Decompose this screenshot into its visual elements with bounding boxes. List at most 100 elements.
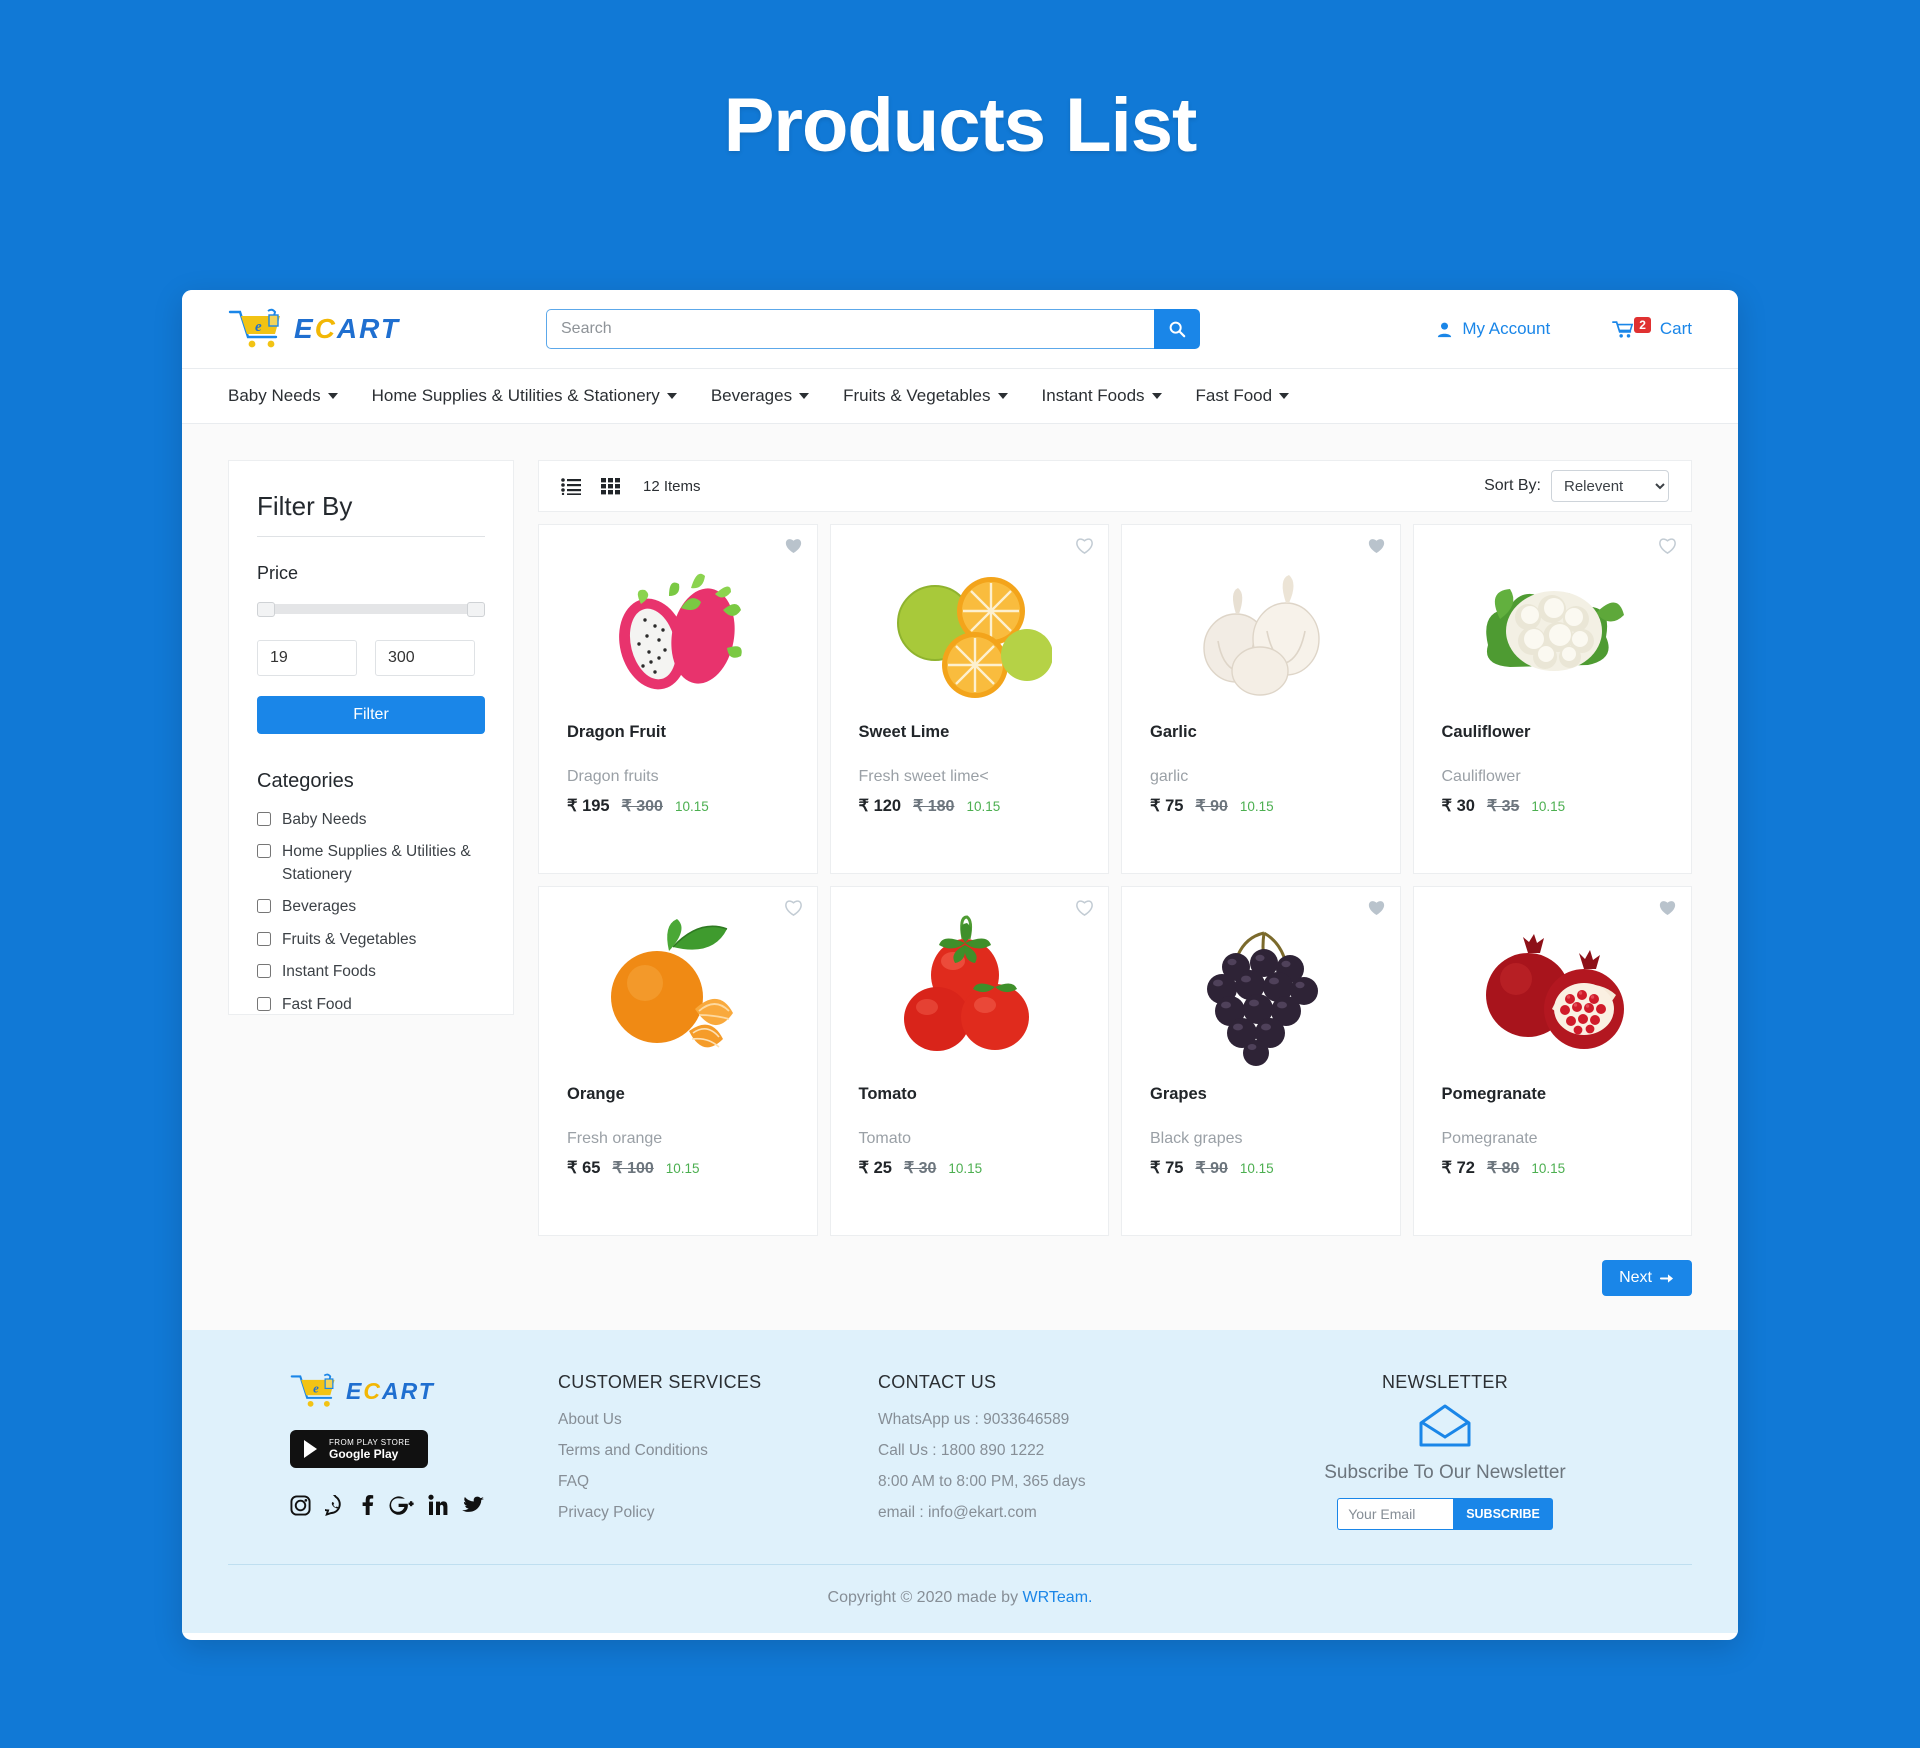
product-description: Black grapes: [1150, 1130, 1243, 1147]
category-checkbox[interactable]: [257, 996, 271, 1011]
search-input[interactable]: [546, 309, 1154, 349]
contact-whatsapp: WhatsApp us : 9033646589: [878, 1411, 1070, 1428]
google-play-badge[interactable]: FROM PLAY STORE Google Play: [290, 1430, 428, 1468]
footer-link-about-us[interactable]: About Us: [558, 1411, 878, 1429]
contact-us-heading: CONTACT US: [878, 1372, 997, 1392]
product-info: Dragon Fruit Dragon fruits ₹ 195 ₹ 300 1…: [539, 717, 817, 816]
sort-select[interactable]: Relevent: [1551, 470, 1669, 502]
category-checkbox[interactable]: [257, 812, 271, 826]
items-count-label: 12 Items: [643, 477, 701, 495]
favorite-heart-icon[interactable]: [1367, 899, 1386, 916]
my-account-link[interactable]: My Account: [1436, 319, 1550, 339]
product-image-grapes: [1122, 887, 1400, 1079]
category-checkbox[interactable]: [257, 899, 271, 914]
product-card[interactable]: Garlic garlic ₹ 75 ₹ 90 10.15: [1121, 524, 1401, 874]
chevron-down-icon: [799, 393, 810, 399]
product-card[interactable]: Orange Fresh orange ₹ 65 ₹ 100 10.15: [538, 886, 818, 1236]
favorite-heart-icon[interactable]: [1367, 537, 1386, 554]
arrow-right-icon: [1660, 1273, 1674, 1283]
newsletter-email-input[interactable]: [1337, 1498, 1454, 1530]
favorite-heart-icon[interactable]: [1075, 537, 1094, 554]
site-logo[interactable]: e E C ART: [228, 307, 448, 351]
footer-customer-services: CUSTOMER SERVICES About Us Terms and Con…: [558, 1372, 878, 1530]
favorite-heart-icon[interactable]: [784, 899, 803, 916]
favorite-heart-icon[interactable]: [1658, 537, 1677, 554]
product-card[interactable]: Cauliflower Cauliflower ₹ 30 ₹ 35 10.15: [1412, 524, 1692, 874]
product-card[interactable]: Tomato Tomato ₹ 25 ₹ 30 10.15: [829, 886, 1109, 1236]
site-header: e ECART My Acco: [182, 290, 1738, 368]
product-discount: 10.15: [674, 799, 709, 814]
category-item-fast-food[interactable]: Fast Food: [257, 994, 485, 1016]
footer-link-faq[interactable]: FAQ: [558, 1473, 878, 1491]
whatsapp-icon[interactable]: [325, 1494, 346, 1516]
product-card[interactable]: Grapes Black grapes ₹ 75 ₹ 90 10.15: [1121, 886, 1401, 1236]
footer-link-terms[interactable]: Terms and Conditions: [558, 1442, 878, 1460]
category-checkbox[interactable]: [257, 964, 271, 979]
category-checkbox[interactable]: [257, 931, 271, 946]
products-toolbar: 12 Items Sort By: Relevent: [538, 460, 1692, 512]
cart-link[interactable]: 2 Cart: [1612, 316, 1692, 339]
nav-item-instant-foods[interactable]: Instant Foods: [1042, 386, 1162, 406]
product-image-sweet-lime: [831, 525, 1109, 717]
footer-link-privacy[interactable]: Privacy Policy: [558, 1504, 878, 1522]
price-min-input[interactable]: [257, 640, 357, 676]
product-old-price: ₹ 100: [612, 1160, 654, 1177]
category-checkbox[interactable]: [257, 844, 271, 859]
newsletter-form: SUBSCRIBE: [1198, 1498, 1692, 1530]
category-label: Beverages: [282, 898, 357, 916]
footer-logo-c: C: [363, 1377, 382, 1404]
google-plus-icon[interactable]: [388, 1494, 414, 1516]
product-card[interactable]: Pomegranate Pomegranate ₹ 72 ₹ 80 10.15: [1412, 886, 1692, 1236]
product-image-orange: [539, 887, 817, 1079]
category-item-instant-foods[interactable]: Instant Foods: [257, 961, 485, 983]
category-item-baby-needs[interactable]: Baby Needs: [257, 809, 485, 831]
instagram-icon[interactable]: [290, 1494, 311, 1516]
subscribe-button[interactable]: SUBSCRIBE: [1453, 1498, 1553, 1530]
product-name: Sweet Lime: [858, 723, 950, 741]
filter-button[interactable]: Filter: [257, 696, 485, 734]
search-button[interactable]: [1154, 309, 1200, 349]
nav-item-fruits-vegetables[interactable]: Fruits & Vegetables: [843, 386, 1008, 406]
price-max-input[interactable]: [375, 640, 475, 676]
shopping-cart-icon: e: [228, 308, 280, 348]
favorite-heart-icon[interactable]: [1075, 899, 1094, 916]
slider-handle-max[interactable]: [467, 602, 485, 617]
facebook-icon[interactable]: [360, 1494, 374, 1516]
page-content: Filter By Price Filter Categories Baby N…: [182, 424, 1738, 1330]
pagination: Next: [538, 1236, 1692, 1330]
category-item-home-supplies[interactable]: Home Supplies & Utilities & Stationery: [257, 841, 485, 886]
product-card[interactable]: Sweet Lime Fresh sweet lime< ₹ 120 ₹ 180…: [829, 524, 1109, 874]
product-name: Pomegranate: [1441, 1085, 1547, 1103]
product-name: Orange: [567, 1085, 625, 1103]
next-page-button[interactable]: Next: [1602, 1260, 1692, 1296]
price-range-slider[interactable]: [257, 602, 485, 617]
linkedin-icon[interactable]: [428, 1494, 448, 1516]
category-item-fruits-vegetables[interactable]: Fruits & Vegetables: [257, 929, 485, 951]
product-price: ₹ 72: [1441, 1159, 1475, 1177]
product-info: Tomato Tomato ₹ 25 ₹ 30 10.15: [831, 1079, 1109, 1178]
product-description: Tomato: [858, 1130, 911, 1147]
copyright-bar: Copyright © 2020 made by WRTeam.: [228, 1564, 1692, 1633]
favorite-heart-icon[interactable]: [784, 537, 803, 554]
product-info: Garlic garlic ₹ 75 ₹ 90 10.15: [1122, 717, 1400, 816]
nav-label: Home Supplies & Utilities & Stationery: [371, 386, 660, 405]
nav-item-fast-food[interactable]: Fast Food: [1196, 386, 1290, 406]
browser-window: e ECART My Acco: [182, 290, 1738, 1640]
category-label: Fast Food: [282, 995, 352, 1013]
favorite-heart-icon[interactable]: [1658, 899, 1677, 916]
nav-label: Beverages: [710, 386, 793, 405]
wrteam-link[interactable]: WRTeam.: [1023, 1589, 1093, 1606]
product-discount: 10.15: [1239, 799, 1274, 814]
chevron-down-icon: [666, 393, 677, 399]
product-card[interactable]: Dragon Fruit Dragon fruits ₹ 195 ₹ 300 1…: [538, 524, 818, 874]
nav-item-baby-needs[interactable]: Baby Needs: [228, 386, 338, 406]
slider-handle-min[interactable]: [257, 602, 275, 617]
footer-logo[interactable]: e E C ART: [290, 1372, 558, 1410]
twitter-icon[interactable]: [462, 1494, 485, 1516]
category-item-beverages[interactable]: Beverages: [257, 896, 485, 918]
nav-item-home-supplies[interactable]: Home Supplies & Utilities & Stationery: [372, 386, 677, 406]
slider-track: [257, 604, 485, 614]
list-view-icon[interactable]: [561, 477, 581, 495]
nav-item-beverages[interactable]: Beverages: [710, 386, 810, 406]
grid-view-icon[interactable]: [601, 477, 621, 495]
